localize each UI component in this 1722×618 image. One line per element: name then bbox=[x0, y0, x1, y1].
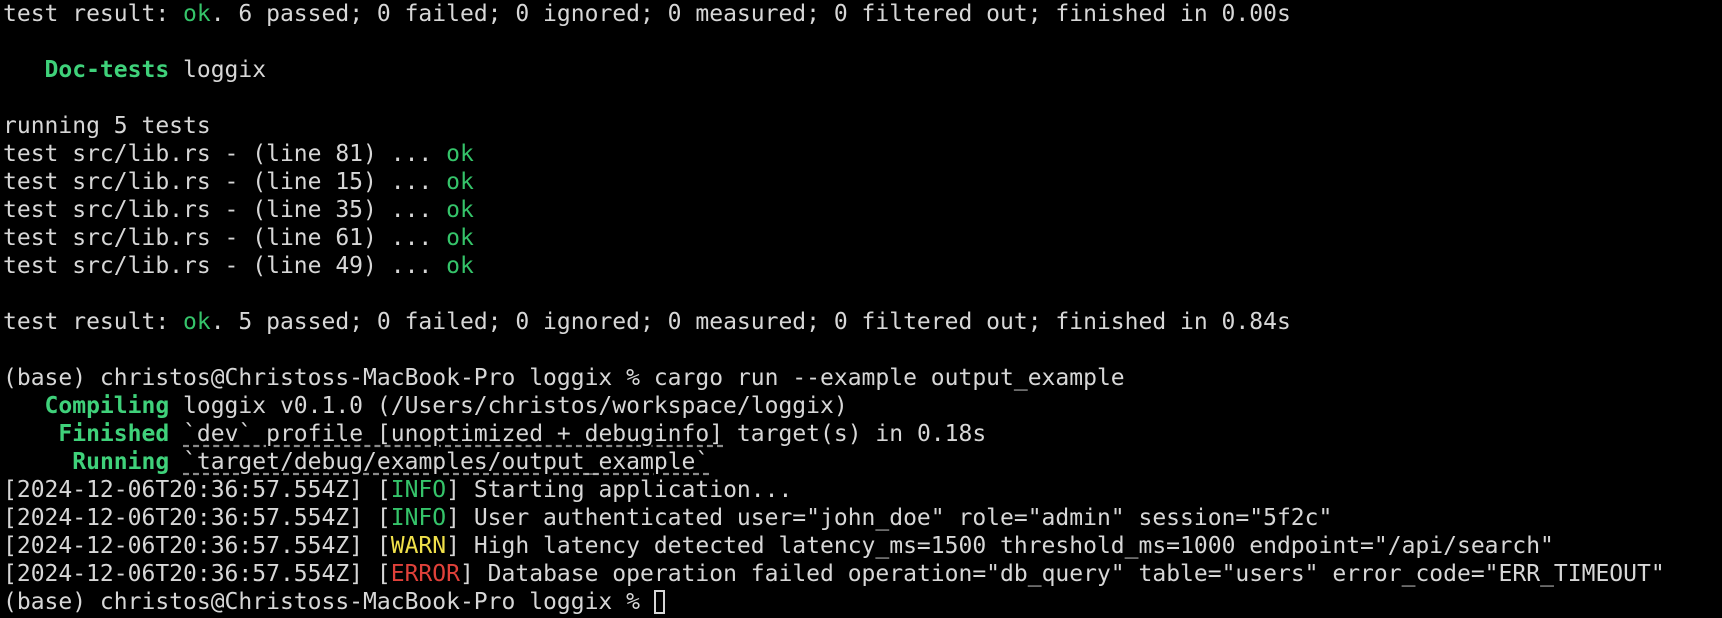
doc-test-status: ok bbox=[446, 225, 474, 251]
result-prefix: test result: bbox=[3, 1, 184, 27]
doc-test-status: ok bbox=[446, 197, 474, 223]
cargo-running-path: `target/debug/examples/output_example` bbox=[183, 449, 710, 475]
log-message: ] Starting application... bbox=[446, 477, 793, 503]
doc-test-name: test src/lib.rs - (line 35) ... bbox=[3, 197, 447, 223]
doc-test-name: test src/lib.rs - (line 15) ... bbox=[3, 169, 447, 195]
cargo-finished-line: Finished `dev` profile [unoptimized + de… bbox=[3, 420, 1722, 448]
log-message: ] High latency detected latency_ms=1500 … bbox=[446, 533, 1554, 559]
cargo-finished-text: target(s) in 0.18s bbox=[723, 421, 987, 447]
doc-tests-label: Doc-tests bbox=[44, 57, 170, 83]
result-ok: ok bbox=[183, 1, 211, 27]
log-line: [2024-12-06T20:36:57.554Z] [WARN] High l… bbox=[3, 532, 1722, 560]
log-line: [2024-12-06T20:36:57.554Z] [INFO] Starti… bbox=[3, 476, 1722, 504]
doc-test-status: ok bbox=[446, 253, 474, 279]
text-cursor[interactable] bbox=[653, 590, 665, 614]
running-tests-line: running 5 tests bbox=[3, 113, 211, 139]
log-timestamp: [2024-12-06T20:36:57.554Z] [ bbox=[3, 561, 391, 587]
doc-test-name: test src/lib.rs - (line 61) ... bbox=[3, 225, 447, 251]
log-level-info: INFO bbox=[390, 505, 447, 531]
log-timestamp: [2024-12-06T20:36:57.554Z] [ bbox=[3, 533, 391, 559]
cargo-compiling-line: Compiling loggix v0.1.0 (/Users/christos… bbox=[3, 392, 1722, 420]
result-summary: . 5 passed; 0 failed; 0 ignored; 0 measu… bbox=[210, 309, 1291, 335]
doc-test-line: test src/lib.rs - (line 15) ... ok bbox=[3, 168, 1722, 196]
cargo-running-line: Running `target/debug/examples/output_ex… bbox=[3, 448, 1722, 476]
result-prefix: test result: bbox=[3, 309, 184, 335]
shell-command: cargo run --example output_example bbox=[653, 365, 1125, 391]
log-timestamp: [2024-12-06T20:36:57.554Z] [ bbox=[3, 505, 391, 531]
doc-test-line: test src/lib.rs - (line 49) ... ok bbox=[3, 252, 1722, 280]
doc-test-result-line: test result: ok. 5 passed; 0 failed; 0 i… bbox=[3, 308, 1722, 336]
log-level-error: ERROR bbox=[390, 561, 460, 587]
log-level-info: INFO bbox=[390, 477, 447, 503]
log-level-warn: WARN bbox=[390, 533, 447, 559]
doc-test-line: test src/lib.rs - (line 61) ... ok bbox=[3, 224, 1722, 252]
doc-test-name: test src/lib.rs - (line 49) ... bbox=[3, 253, 447, 279]
log-line: [2024-12-06T20:36:57.554Z] [ERROR] Datab… bbox=[3, 560, 1722, 588]
shell-prompt: (base) christos@Christoss-MacBook-Pro lo… bbox=[3, 589, 654, 615]
prompt-line[interactable]: (base) christos@Christoss-MacBook-Pro lo… bbox=[3, 588, 1722, 616]
command-line: (base) christos@Christoss-MacBook-Pro lo… bbox=[3, 364, 1722, 392]
result-ok: ok bbox=[183, 309, 211, 335]
doc-test-line: test src/lib.rs - (line 81) ... ok bbox=[3, 140, 1722, 168]
unit-test-result-line: test result: ok. 6 passed; 0 failed; 0 i… bbox=[3, 0, 1722, 28]
doc-test-status: ok bbox=[446, 141, 474, 167]
cargo-finished-label: Finished bbox=[58, 421, 170, 447]
doc-test-status: ok bbox=[446, 169, 474, 195]
cargo-profile-code: `dev` profile [unoptimized + debuginfo] bbox=[183, 421, 724, 447]
doc-tests-crate: loggix bbox=[169, 57, 267, 83]
result-summary: . 6 passed; 0 failed; 0 ignored; 0 measu… bbox=[210, 1, 1291, 27]
doc-test-name: test src/lib.rs - (line 81) ... bbox=[3, 141, 447, 167]
doc-test-line: test src/lib.rs - (line 35) ... ok bbox=[3, 196, 1722, 224]
cargo-compiling-label: Compiling bbox=[44, 393, 170, 419]
log-message: ] Database operation failed operation="d… bbox=[459, 561, 1665, 587]
log-message: ] User authenticated user="john_doe" rol… bbox=[446, 505, 1333, 531]
log-timestamp: [2024-12-06T20:36:57.554Z] [ bbox=[3, 477, 391, 503]
doc-tests-header: Doc-tests loggix bbox=[3, 56, 1722, 84]
cargo-compiling-text: loggix v0.1.0 (/Users/christos/workspace… bbox=[169, 393, 848, 419]
log-line: [2024-12-06T20:36:57.554Z] [INFO] User a… bbox=[3, 504, 1722, 532]
shell-prompt: (base) christos@Christoss-MacBook-Pro lo… bbox=[3, 365, 654, 391]
terminal-window[interactable]: test result: ok. 6 passed; 0 failed; 0 i… bbox=[0, 0, 1722, 616]
cargo-running-label: Running bbox=[72, 449, 170, 475]
